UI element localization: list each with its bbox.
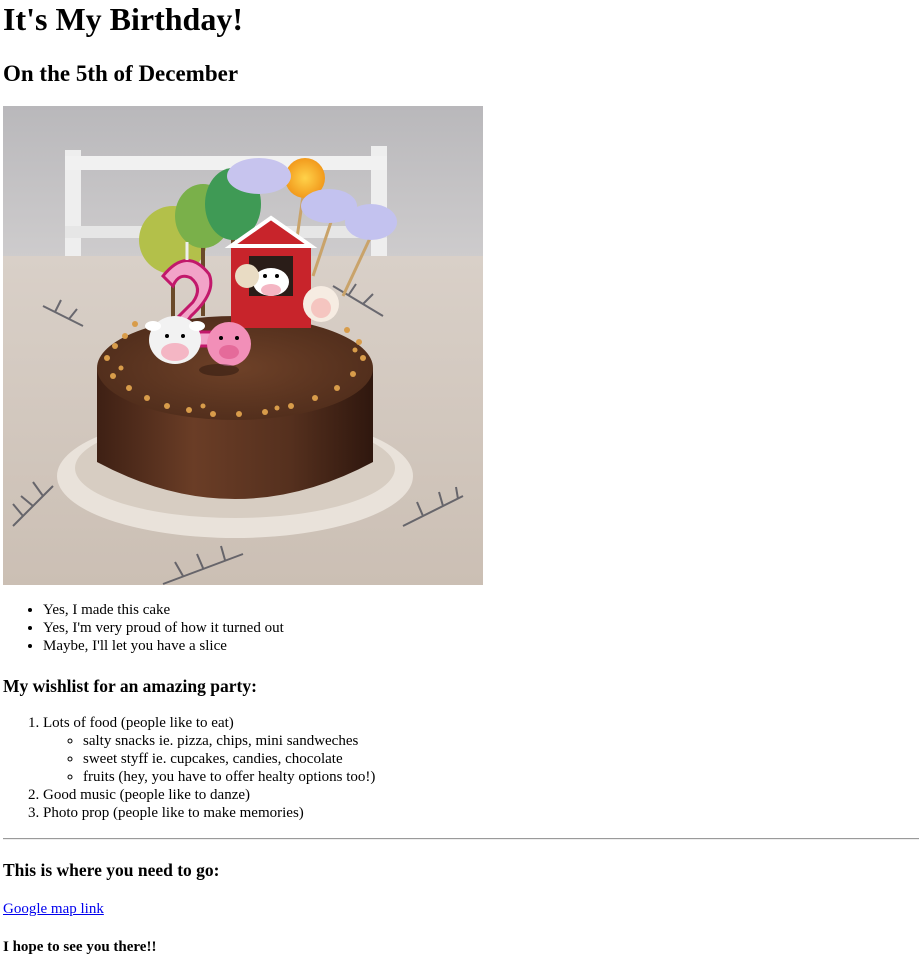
divider [3,838,919,840]
food-sublist: salty snacks ie. pizza, chips, mini sand… [43,732,919,786]
list-item: salty snacks ie. pizza, chips, mini sand… [83,732,919,750]
list-item: Photo prop (people like to make memories… [43,804,919,822]
list-item: Yes, I made this cake [43,601,919,619]
list-item: fruits (hey, you have to offer healty op… [83,768,919,786]
cake-photo [3,106,483,585]
closing-text: I hope to see you there!! [3,939,157,955]
list-item: Maybe, I'll let you have a slice [43,637,919,655]
list-item: Yes, I'm very proud of how it turned out [43,619,919,637]
wishlist-list: Lots of food (people like to eat) salty … [3,714,919,822]
location-heading: This is where you need to go: [3,860,220,880]
wishlist-heading: My wishlist for an amazing party: [3,676,257,696]
list-item: Good music (people like to danze) [43,786,919,804]
list-item-label: Lots of food (people like to eat) [43,715,234,731]
page-subtitle: On the 5th of December [3,61,239,86]
list-item: sweet styff ie. cupcakes, candies, choco… [83,750,919,768]
list-item: Lots of food (people like to eat) salty … [43,714,919,786]
page-title: It's My Birthday! [3,1,243,37]
cake-facts-list: Yes, I made this cake Yes, I'm very prou… [3,601,919,655]
page: It's My Birthday! On the 5th of December [3,0,919,956]
google-map-link[interactable]: Google map link [3,900,104,918]
